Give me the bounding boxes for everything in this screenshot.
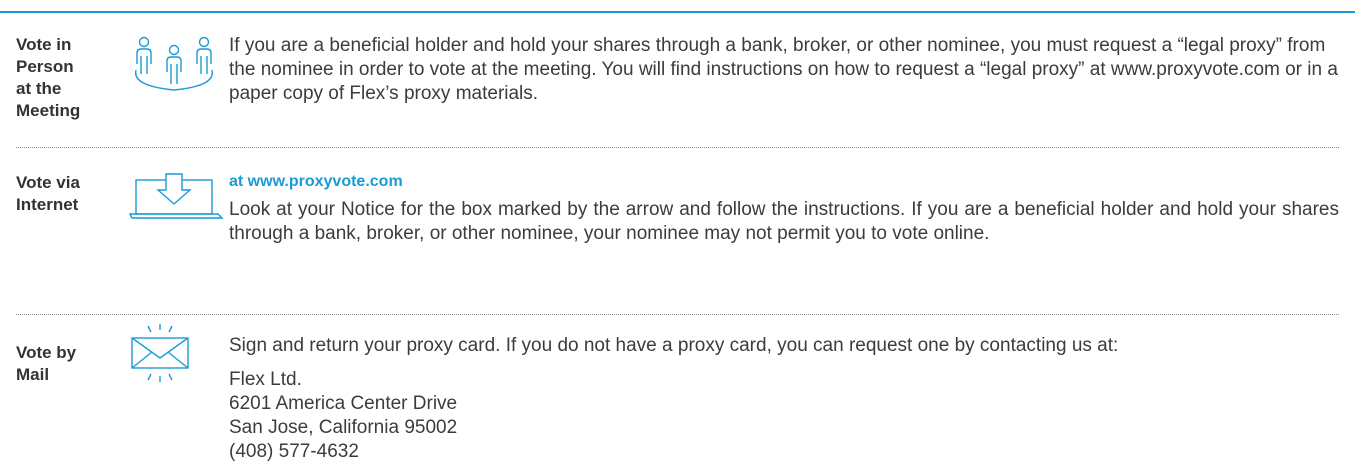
mailing-address: Flex Ltd. 6201 America Center Drive San … bbox=[229, 369, 458, 462]
section-divider bbox=[16, 314, 1339, 315]
laptop-download-icon bbox=[128, 172, 224, 225]
proxyvote-link[interactable]: at www.proxyvote.com bbox=[229, 172, 1339, 192]
envelope-icon bbox=[128, 324, 192, 387]
vote-via-internet-text: Look at your Notice for the box marked b… bbox=[229, 199, 1339, 244]
section-label: Vote by Mail bbox=[16, 343, 77, 384]
section-label: Vote in Person at the Meeting bbox=[16, 35, 81, 120]
top-rule bbox=[0, 11, 1355, 13]
vote-via-internet-content: at www.proxyvote.com Look at your Notice… bbox=[229, 172, 1339, 246]
section-label: Vote via Internet bbox=[16, 173, 80, 214]
vote-in-person-text: If you are a beneficial holder and hold … bbox=[229, 35, 1338, 104]
vote-by-mail-text: Sign and return your proxy card. If you … bbox=[229, 335, 1119, 356]
people-icon bbox=[128, 34, 220, 101]
vote-by-mail-content: Sign and return your proxy card. If you … bbox=[229, 334, 1339, 464]
section-divider bbox=[16, 147, 1339, 148]
